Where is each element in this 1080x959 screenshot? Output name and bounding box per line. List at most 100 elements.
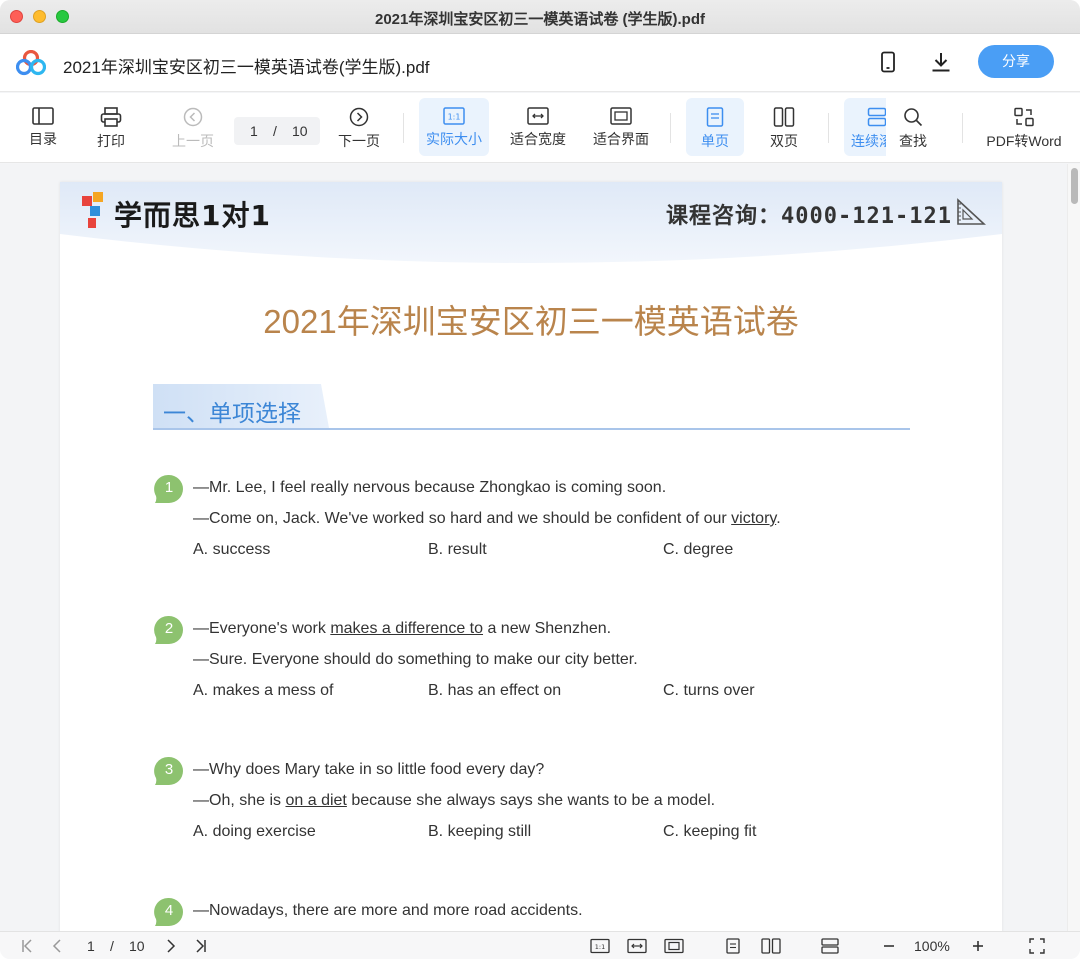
- pdf-to-word-label: PDF转Word: [986, 133, 1062, 149]
- text-span: a new Shenzhen.: [483, 620, 612, 637]
- search-icon: [904, 108, 923, 127]
- status-page-separator: /: [110, 938, 114, 954]
- title-bar: 2021年深圳宝安区初三一模英语试卷 (学生版).pdf: [0, 0, 1080, 34]
- single-page-icon[interactable]: [725, 938, 741, 954]
- question-line: —Come on, Jack. We've worked so hard and…: [193, 510, 781, 528]
- option-c: C. degree: [663, 541, 734, 558]
- toolbar-divider: [670, 113, 671, 143]
- zoom-out-icon[interactable]: [882, 938, 896, 954]
- fit-width-icon[interactable]: [627, 938, 647, 954]
- brand-logo-icon: [82, 192, 103, 228]
- toolbar: 目录 打印 上一页 1 / 10 下一页 1:1 实际大小 适合宽度 适合界面 …: [0, 93, 1080, 163]
- question-line: —Oh, she is on a diet because she always…: [193, 792, 715, 810]
- vertical-scrollbar[interactable]: [1067, 164, 1080, 931]
- app-window: 2021年深圳宝安区初三一模英语试卷 (学生版).pdf 2021年深圳宝安区初…: [0, 0, 1080, 959]
- course-consult-line: 课程咨询：4000-121-121: [666, 198, 952, 230]
- actual-size-icon[interactable]: 1:1: [590, 938, 610, 954]
- search-button[interactable]: 查找: [886, 98, 940, 156]
- fit-page-icon[interactable]: [664, 938, 684, 954]
- zoom-in-icon[interactable]: [971, 938, 985, 954]
- question-line: —Everyone's work makes a difference to a…: [193, 620, 611, 638]
- consult-phone-number: 4000-121-121: [781, 204, 952, 229]
- status-bar: 1 / 10 1:1 100%: [0, 931, 1080, 959]
- toc-button[interactable]: 目录: [8, 98, 78, 156]
- question-number: 1: [164, 479, 174, 496]
- text-span: —Oh, she is: [193, 792, 286, 809]
- prev-page-icon[interactable]: [50, 938, 64, 954]
- underlined-word: victory: [731, 510, 777, 527]
- question-line: —Mr. Lee, I feel really nervous because …: [193, 479, 667, 496]
- brand-name: 学而思1对1: [114, 199, 271, 232]
- window-title: 2021年深圳宝安区初三一模英语试卷 (学生版).pdf: [374, 11, 706, 28]
- next-page-icon[interactable]: [164, 938, 178, 954]
- next-page-button[interactable]: 下一页: [324, 98, 394, 156]
- fit-width-label: 适合宽度: [510, 131, 566, 147]
- print-button[interactable]: 打印: [76, 98, 146, 156]
- consult-label: 课程咨询：: [666, 203, 782, 228]
- fit-page-button[interactable]: 适合界面: [585, 98, 657, 156]
- share-button[interactable]: 分享: [978, 45, 1054, 78]
- actual-size-button[interactable]: 1:1 实际大小: [419, 98, 489, 156]
- option-a: A. doing exercise: [193, 823, 316, 840]
- status-page-total: 10: [129, 938, 145, 954]
- page-total: 10: [292, 123, 308, 139]
- text-span: —Come on, Jack. We've worked so hard and…: [193, 510, 732, 527]
- fullscreen-icon[interactable]: [1029, 938, 1045, 954]
- underlined-phrase: makes a difference to: [330, 620, 484, 637]
- double-page-icon[interactable]: [761, 938, 781, 954]
- printer-icon: [100, 107, 122, 127]
- double-page-label: 双页: [770, 133, 798, 149]
- single-page-button[interactable]: 单页: [686, 98, 744, 156]
- text-span: because she always says she wants to be …: [346, 792, 716, 809]
- option-c: C. keeping fit: [663, 823, 757, 840]
- next-page-label: 下一页: [338, 133, 380, 149]
- fit-page-label: 适合界面: [593, 131, 649, 147]
- search-label: 查找: [899, 133, 927, 149]
- question-line: —Sure. Everyone should do something to m…: [193, 651, 638, 668]
- question-number: 4: [164, 902, 174, 919]
- document-viewer[interactable]: 学而思1对1 课程咨询：4000-121-121 2021年深圳宝安区初三一模英…: [0, 164, 1080, 931]
- app-header: 2021年深圳宝安区初三一模英语试卷(学生版).pdf 分享: [0, 34, 1080, 92]
- circle-chevron-left-icon: [183, 107, 203, 127]
- fit-width-icon: [527, 107, 549, 125]
- double-page-icon: [773, 107, 795, 127]
- text-span: —Everyone's work: [193, 620, 331, 637]
- option-a: A. makes a mess of: [193, 682, 334, 699]
- page-current: 1: [250, 123, 258, 139]
- underlined-phrase: on a diet: [285, 792, 347, 809]
- zoom-level: 100%: [914, 938, 950, 954]
- actual-size-icon: 1:1: [443, 107, 465, 125]
- status-page-current[interactable]: 1: [87, 938, 95, 954]
- convert-icon: [1014, 107, 1034, 127]
- toolbar-divider: [828, 113, 829, 143]
- continuous-scroll-button[interactable]: 连续滚: [844, 98, 886, 156]
- scrollbar-thumb[interactable]: [1071, 168, 1078, 204]
- toc-label: 目录: [29, 131, 57, 147]
- pdf-to-word-button[interactable]: PDF转Word: [980, 98, 1068, 156]
- option-b: B. result: [428, 541, 487, 558]
- circle-chevron-right-icon: [349, 107, 369, 127]
- download-icon[interactable]: [929, 50, 953, 74]
- double-page-button[interactable]: 双页: [755, 98, 813, 156]
- svg-text:1:1: 1:1: [448, 113, 461, 122]
- option-b: B. keeping still: [428, 823, 532, 840]
- actual-size-label: 实际大小: [426, 131, 482, 147]
- question-line: —Why does Mary take in so little food ev…: [193, 761, 545, 778]
- section-title: 一、单项选择: [163, 400, 301, 426]
- fit-width-button[interactable]: 适合宽度: [502, 98, 574, 156]
- table-of-contents-icon: [32, 107, 54, 125]
- page-separator: /: [273, 123, 277, 139]
- mobile-phone-icon[interactable]: [876, 50, 900, 74]
- prev-page-label: 上一页: [172, 133, 214, 149]
- first-page-icon[interactable]: [20, 938, 36, 954]
- prev-page-button[interactable]: 上一页: [158, 98, 228, 156]
- continuous-scroll-label: 连续滚: [851, 133, 886, 149]
- ruler-triangle-icon: [957, 198, 986, 225]
- continuous-scroll-icon[interactable]: [821, 938, 839, 954]
- fit-page-icon: [610, 107, 632, 125]
- single-page-label: 单页: [701, 133, 729, 149]
- page-number-input[interactable]: 1 / 10: [234, 117, 320, 145]
- question-number: 3: [164, 761, 174, 778]
- option-b: B. has an effect on: [428, 682, 562, 699]
- last-page-icon[interactable]: [192, 938, 208, 954]
